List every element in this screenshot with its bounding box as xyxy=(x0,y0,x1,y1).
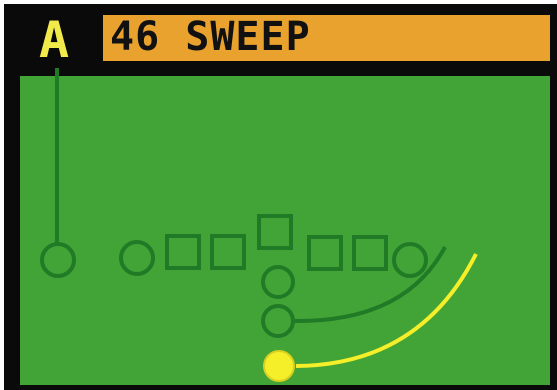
fullback-route xyxy=(294,246,447,324)
left-end-player-icon xyxy=(119,240,155,276)
left-guard-player-icon xyxy=(210,234,246,270)
play-card: A 46 SWEEP xyxy=(0,0,557,390)
right-tackle-player-icon xyxy=(352,235,388,271)
fullback-player-icon xyxy=(261,304,295,338)
center-player-icon xyxy=(257,214,293,250)
play-diagram xyxy=(40,68,478,382)
split-end-player-icon xyxy=(40,242,76,278)
right-end-player-icon xyxy=(392,242,428,278)
quarterback-player-icon xyxy=(261,265,295,299)
ball-carrier-player-icon xyxy=(263,350,295,382)
left-tackle-player-icon xyxy=(165,234,201,270)
right-guard-player-icon xyxy=(307,235,343,271)
